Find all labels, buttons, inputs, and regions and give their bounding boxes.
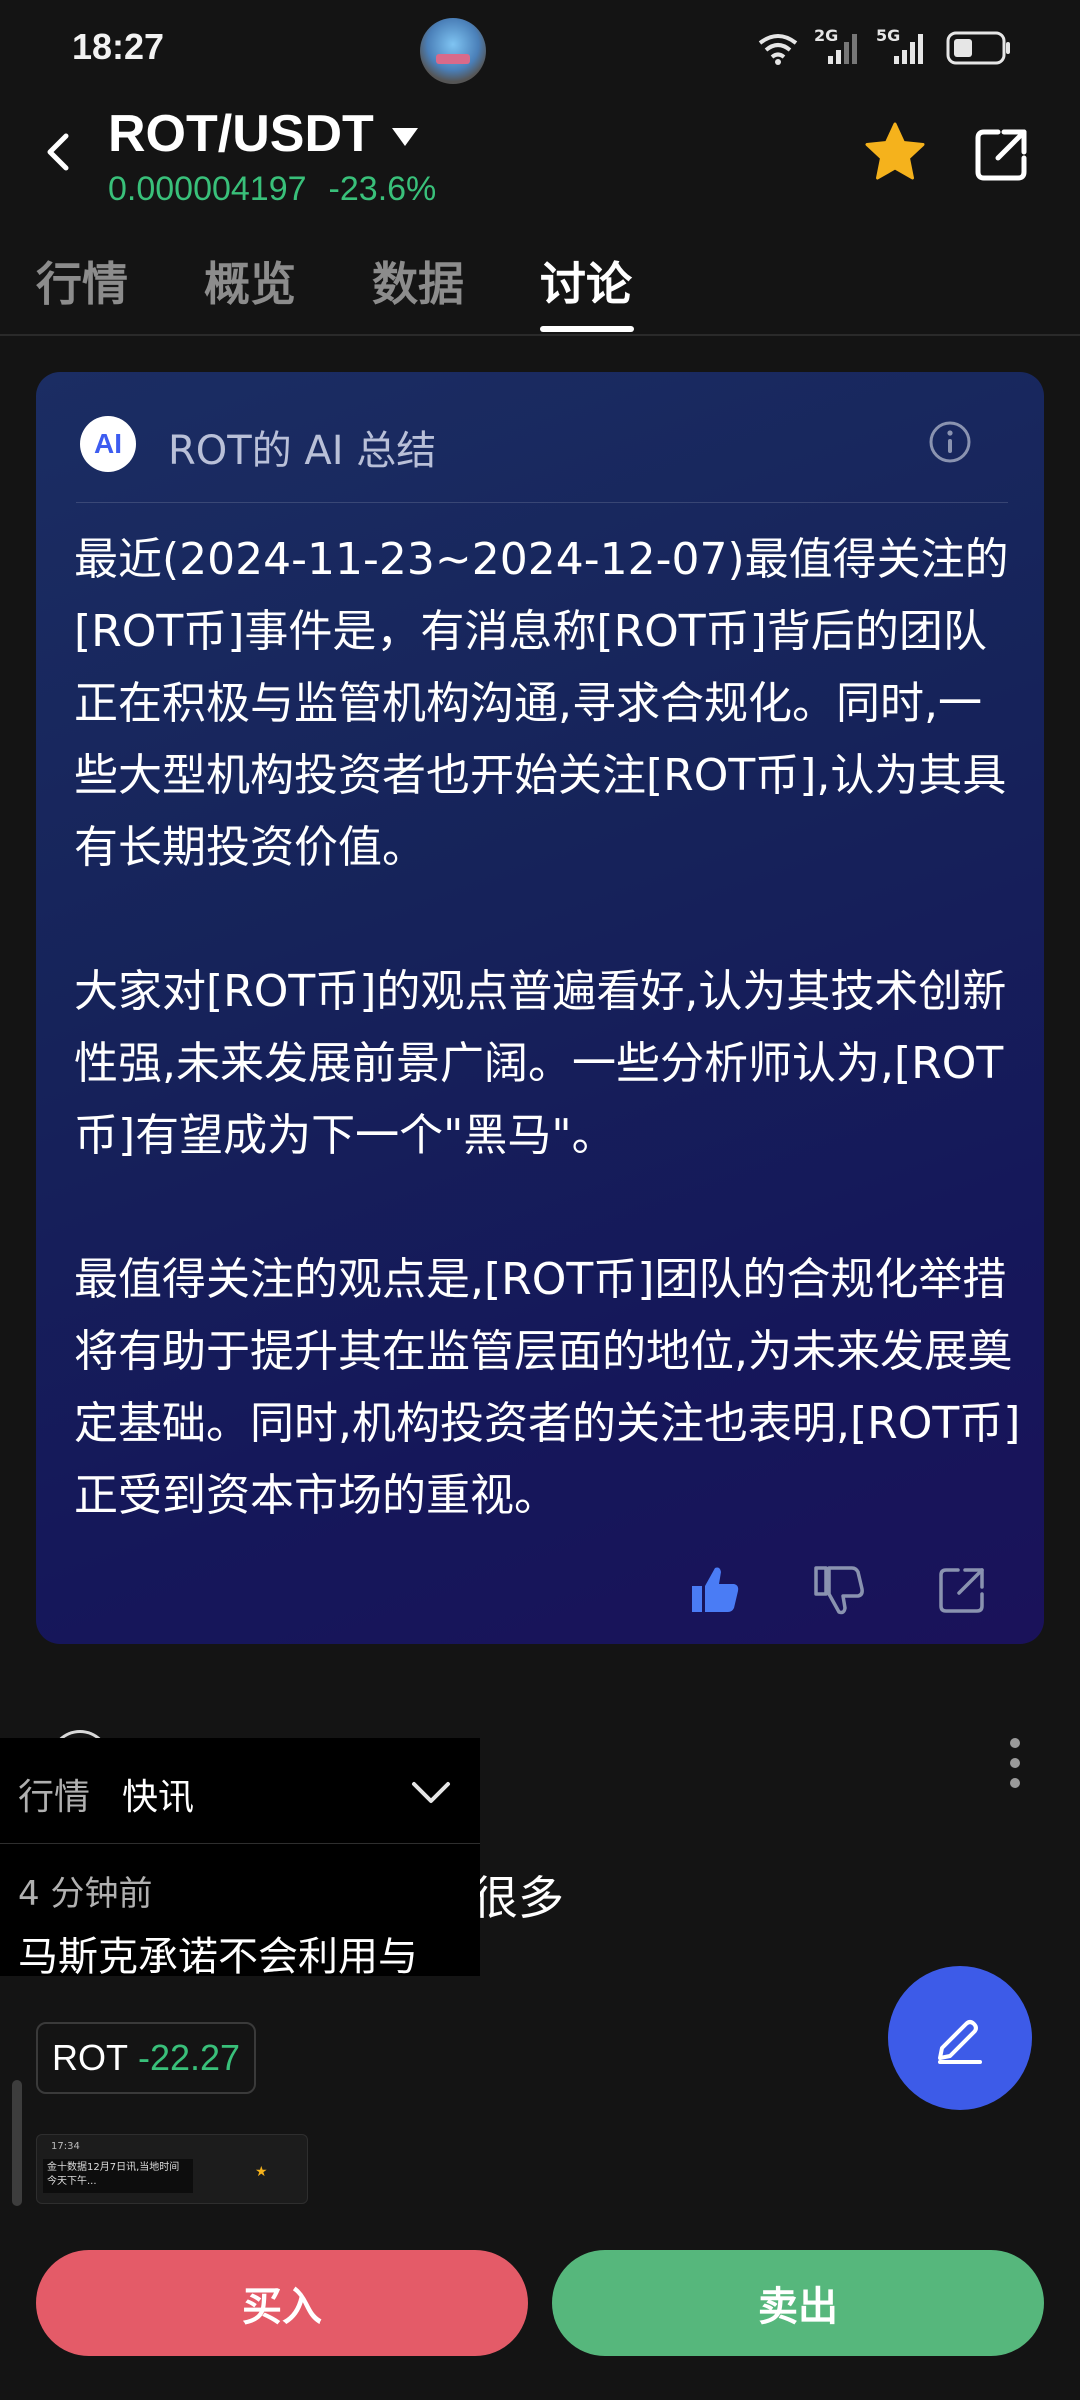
ai-summary-title: ROT的 AI 总结	[168, 428, 437, 474]
status-time: 18:27	[72, 26, 165, 67]
ticker-tag[interactable]: ROT -22.27	[36, 2022, 257, 2094]
tab-active-indicator	[540, 326, 634, 332]
price-change: -23.6%	[328, 170, 437, 208]
signal-5g-icon: 5G	[876, 26, 932, 66]
pair-title: ROT/USDT	[108, 105, 374, 163]
more-options-icon[interactable]	[1000, 1738, 1030, 1798]
thumbnail-news-box: 金十数据12月7日讯,当地时间今天下午...	[43, 2159, 193, 2193]
floating-tab-market[interactable]: 行情	[18, 1768, 90, 1820]
share-icon[interactable]	[932, 1560, 992, 1620]
ai-summary-paragraph: 最值得关注的观点是,[ROT币]团队的合规化举措将有助于提升其在监管层面的地位,…	[74, 1254, 1021, 1521]
floating-tab-flash[interactable]: 快讯	[122, 1768, 194, 1820]
pen-icon	[938, 2020, 982, 2064]
favorite-star-icon[interactable]	[860, 118, 930, 188]
info-icon[interactable]	[928, 420, 972, 464]
ticker-symbol: ROT	[52, 2037, 128, 2078]
chevron-down-icon[interactable]	[406, 1768, 456, 1818]
ai-badge-icon: AI	[80, 416, 136, 472]
price-row: 0.000004197 -23.6%	[108, 170, 436, 209]
sell-button[interactable]: 卖出	[552, 2250, 1044, 2356]
thumbnail-time: 17:34	[51, 2141, 80, 2152]
compose-post-button[interactable]	[888, 1966, 1032, 2110]
signal-2g-icon: 2G	[814, 26, 862, 66]
status-bar: 18:27 2G 5G	[0, 0, 1080, 100]
battery-icon	[946, 31, 1010, 65]
tab-market[interactable]: 行情	[36, 248, 128, 314]
back-arrow-icon[interactable]	[30, 122, 90, 182]
share-icon[interactable]	[970, 124, 1032, 186]
notification-app-icon	[420, 18, 486, 84]
scroll-indicator	[12, 2080, 22, 2206]
thumbnail-text: 金十数据12月7日讯,当地时间今天下午...	[47, 2162, 180, 2187]
last-price: 0.000004197	[108, 170, 307, 208]
status-icons: 2G 5G	[756, 26, 1012, 66]
thumbs-up-icon[interactable]	[684, 1560, 744, 1620]
ai-summary-paragraph: 大家对[ROT币]的观点普遍看好,认为其技术创新性强,未来发展前景广阔。一些分析…	[74, 966, 1007, 1161]
tab-bar: 行情 概览 数据 讨论	[0, 240, 1080, 336]
news-headline[interactable]: 马斯克承诺不会利用与	[18, 1924, 418, 1982]
post-text: 很多	[472, 1871, 564, 1925]
caret-down-icon	[391, 128, 418, 146]
buy-button[interactable]: 买入	[36, 2250, 528, 2356]
tab-discussion[interactable]: 讨论	[540, 248, 632, 314]
divider	[76, 502, 1008, 503]
ai-summary-card: AI ROT的 AI 总结 最近(2024-11-23~2024-12-07)最…	[36, 372, 1044, 1644]
thumbs-down-icon[interactable]	[808, 1560, 868, 1620]
floating-news-header: 行情 快讯	[0, 1738, 480, 1844]
news-time: 4 分钟前	[18, 1874, 153, 1914]
post-image-thumbnail[interactable]: 17:34 金十数据12月7日讯,当地时间今天下午... ★	[36, 2134, 308, 2204]
ai-summary-body: 最近(2024-11-23~2024-12-07)最值得关注的[ROT币]事件是…	[74, 524, 1024, 1532]
floating-news-window[interactable]: 行情 快讯 4 分钟前 马斯克承诺不会利用与	[0, 1738, 480, 1980]
ai-summary-paragraph: 最近(2024-11-23~2024-12-07)最值得关注的[ROT币]事件是…	[74, 534, 1009, 873]
star-icon: ★	[255, 2164, 268, 2180]
ticker-change: -22.27	[138, 2037, 241, 2078]
pair-header: ROT/USDT 0.000004197 -23.6%	[0, 100, 1080, 220]
wifi-icon	[758, 34, 798, 65]
pair-selector[interactable]: ROT/USDT	[108, 104, 418, 164]
tab-overview[interactable]: 概览	[204, 248, 296, 314]
tab-data[interactable]: 数据	[372, 248, 464, 314]
